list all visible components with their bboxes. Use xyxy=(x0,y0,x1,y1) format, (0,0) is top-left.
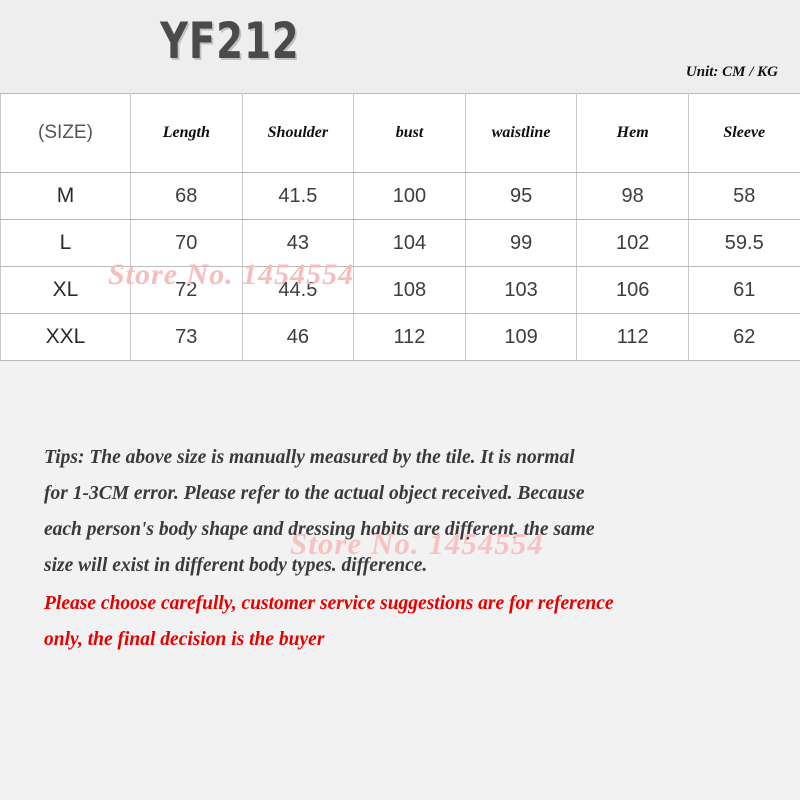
tips-section: Tips: The above size is manually measure… xyxy=(0,440,800,658)
column-header-size: (SIZE) xyxy=(0,93,131,173)
cell-waistline: 99 xyxy=(464,219,578,267)
cell-shoulder: 44.5 xyxy=(241,266,355,314)
chart-header: YF212 Unit: CM / KG xyxy=(0,0,800,93)
cell-size: L xyxy=(0,219,131,267)
table-row: M 68 41.5 100 95 98 58 xyxy=(0,172,800,220)
warning-line: only, the final decision is the buyer xyxy=(44,629,325,650)
cell-sleeve: 62 xyxy=(687,313,800,361)
cell-length: 68 xyxy=(130,172,243,220)
cell-shoulder: 41.5 xyxy=(241,172,355,220)
column-header-shoulder: Shoulder xyxy=(241,93,355,173)
column-header-waistline: waistline xyxy=(464,93,578,173)
warning-line: Please choose carefully, customer servic… xyxy=(44,593,614,614)
cell-length: 73 xyxy=(130,313,243,361)
cell-size: M xyxy=(0,172,131,220)
cell-shoulder: 46 xyxy=(241,313,355,361)
table-row: XL 72 44.5 108 103 106 61 xyxy=(0,266,800,314)
cell-hem: 112 xyxy=(576,313,689,361)
cell-waistline: 95 xyxy=(464,172,578,220)
cell-bust: 108 xyxy=(353,266,466,314)
tips-line: for 1-3CM error. Please refer to the act… xyxy=(44,483,585,504)
size-table-container: (SIZE) Length Shoulder bust waistline He… xyxy=(0,93,800,361)
column-header-hem: Hem xyxy=(576,93,689,173)
size-chart-table: (SIZE) Length Shoulder bust waistline He… xyxy=(0,93,800,361)
tips-paragraph: Tips: The above size is manually measure… xyxy=(44,440,756,584)
table-row: XXL 73 46 112 109 112 62 xyxy=(0,313,800,361)
table-header-row: (SIZE) Length Shoulder bust waistline He… xyxy=(0,93,800,173)
tips-line: Tips: The above size is manually measure… xyxy=(44,447,575,468)
column-header-sleeve: Sleeve xyxy=(687,93,800,173)
cell-waistline: 103 xyxy=(464,266,578,314)
cell-size: XXL xyxy=(0,313,131,361)
warning-paragraph: Please choose carefully, customer servic… xyxy=(44,586,756,658)
cell-sleeve: 58 xyxy=(687,172,800,220)
cell-bust: 104 xyxy=(353,219,466,267)
page-title: YF212 xyxy=(160,12,300,70)
table-row: L 70 43 104 99 102 59.5 xyxy=(0,219,800,267)
tips-line: each person's body shape and dressing ha… xyxy=(44,519,595,540)
unit-label: Unit: CM / KG xyxy=(685,64,778,80)
cell-bust: 100 xyxy=(353,172,466,220)
cell-waistline: 109 xyxy=(464,313,578,361)
cell-length: 72 xyxy=(130,266,243,314)
cell-length: 70 xyxy=(130,219,243,267)
cell-bust: 112 xyxy=(353,313,466,361)
cell-hem: 102 xyxy=(576,219,689,267)
column-header-length: Length xyxy=(130,93,243,173)
cell-sleeve: 59.5 xyxy=(687,219,800,267)
column-header-bust: bust xyxy=(353,93,466,173)
cell-shoulder: 43 xyxy=(241,219,355,267)
cell-hem: 106 xyxy=(576,266,689,314)
cell-size: XL xyxy=(0,266,131,314)
cell-hem: 98 xyxy=(576,172,689,220)
tips-line: size will exist in different body types.… xyxy=(44,555,428,576)
cell-sleeve: 61 xyxy=(687,266,800,314)
